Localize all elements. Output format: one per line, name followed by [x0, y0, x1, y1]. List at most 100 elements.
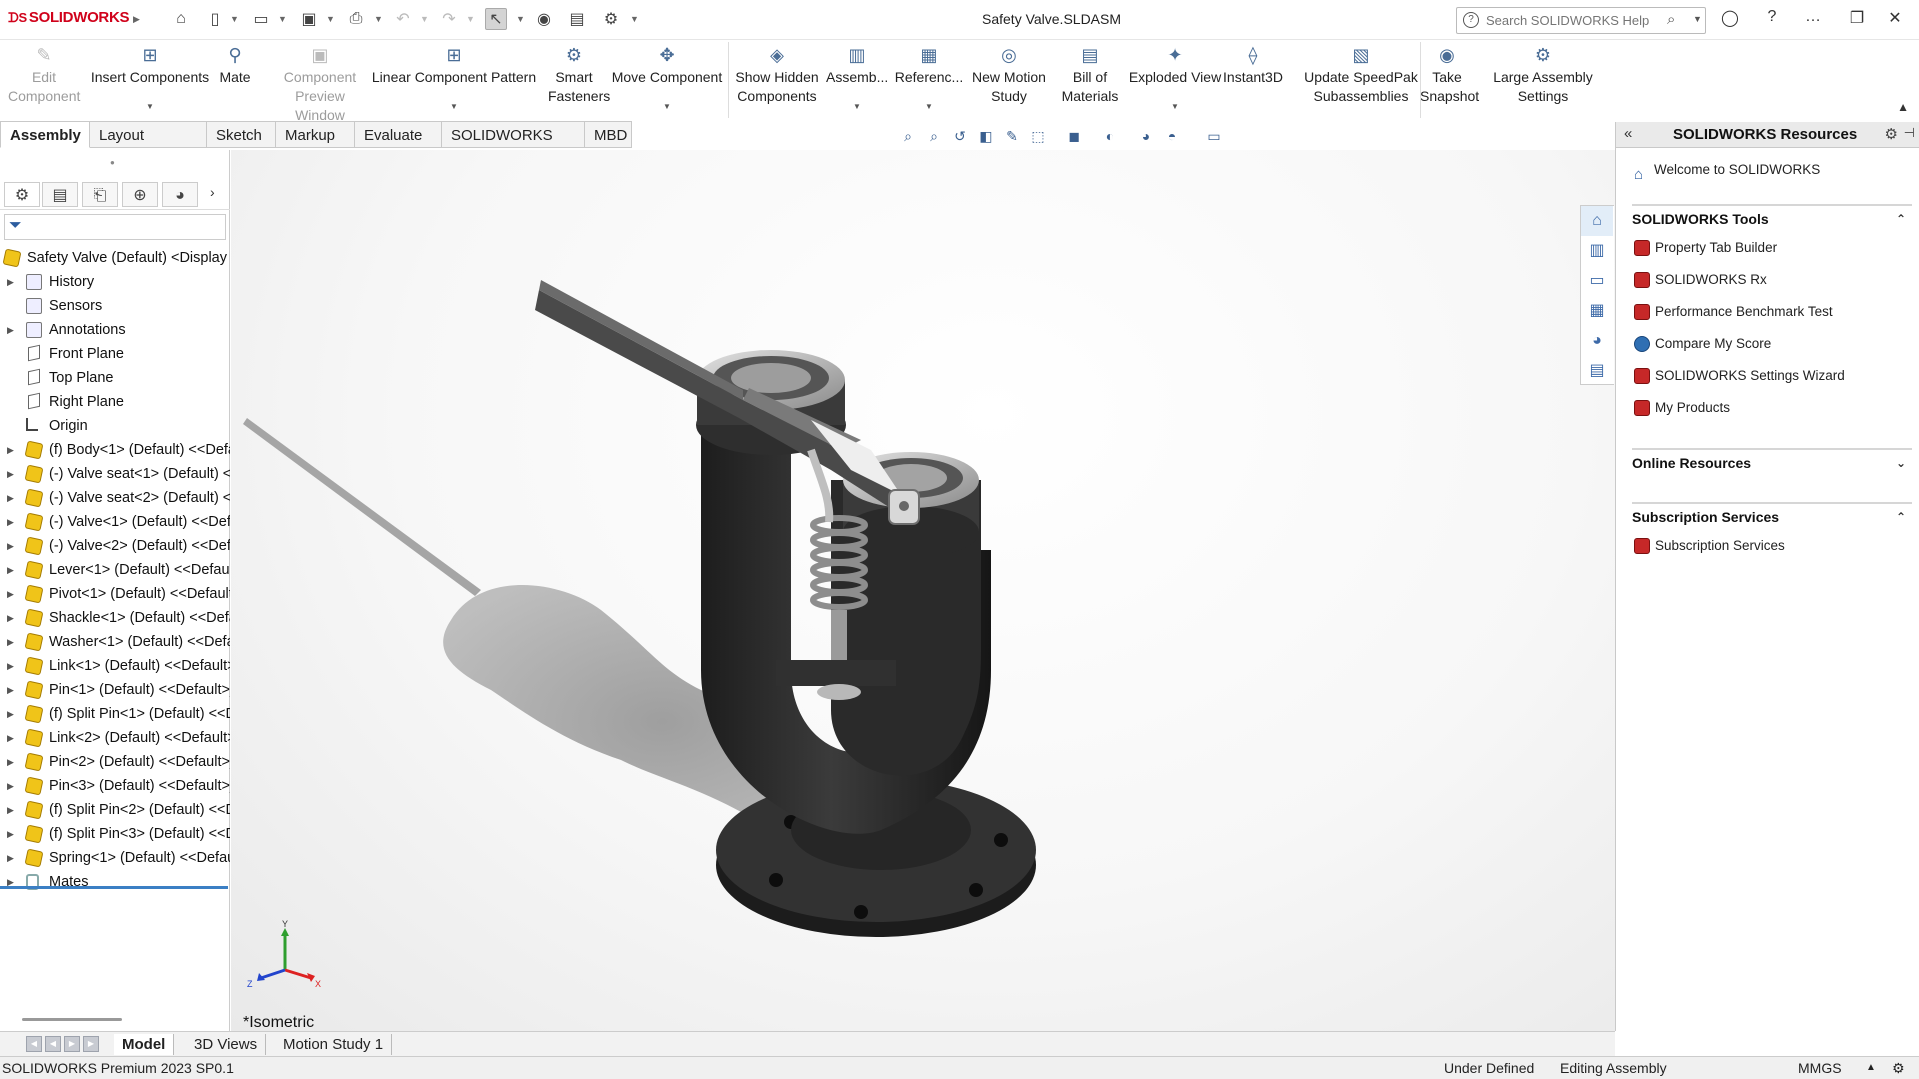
- expand-arrow-icon[interactable]: ▶: [7, 486, 14, 510]
- restore-window-icon[interactable]: ❐: [1845, 8, 1869, 28]
- help-search-box[interactable]: ? ⌕ ▼: [1456, 7, 1706, 34]
- section-header[interactable]: Online Resources ⌄: [1632, 450, 1912, 476]
- file-properties-icon[interactable]: ▤: [566, 8, 588, 30]
- bottom-tab-3d-views[interactable]: 3D Views: [186, 1034, 267, 1055]
- welcome-link[interactable]: ⌂ Welcome to SOLIDWORKS: [1632, 156, 1912, 184]
- tab-sketch[interactable]: Sketch: [207, 121, 276, 148]
- resource-link[interactable]: Subscription Services: [1632, 530, 1912, 562]
- help-search-input[interactable]: [1486, 11, 1656, 30]
- view-settings-icon[interactable]: ▭: [1204, 126, 1224, 146]
- tab-layout[interactable]: Layout: [90, 121, 207, 148]
- section-view-icon[interactable]: ◧: [976, 126, 996, 146]
- tree-node[interactable]: Sensors: [0, 294, 230, 318]
- tab-assembly[interactable]: Assembly: [0, 121, 90, 148]
- more-icon[interactable]: …: [1801, 8, 1825, 26]
- home-icon[interactable]: ⌂: [170, 8, 192, 30]
- tree-filter-box[interactable]: ⏷: [4, 214, 226, 240]
- smart-fasteners-button[interactable]: ⚙ Smart Fasteners: [548, 40, 610, 120]
- tree-node[interactable]: ▶ (f) Split Pin<1> (Default) <<Default>_D…: [0, 702, 230, 726]
- resource-link[interactable]: SOLIDWORKS Rx: [1632, 264, 1912, 296]
- expand-arrow-icon[interactable]: ▶: [7, 822, 14, 846]
- rollback-bar[interactable]: [0, 886, 228, 889]
- tree-node[interactable]: ▶ (-) Valve seat<2> (Default) <<Default>_…: [0, 486, 230, 510]
- next-tab-icon[interactable]: ▶: [64, 1036, 80, 1052]
- help-icon[interactable]: ?: [1760, 8, 1784, 26]
- tree-root-assembly[interactable]: Safety Valve (Default) <Display State-1>: [0, 246, 230, 270]
- linear-component-pattern-dropdown-icon[interactable]: ▼: [450, 97, 458, 116]
- solidworks-logo[interactable]: ᗪS SOLIDWORKS: [8, 9, 130, 26]
- display-manager-tab-icon[interactable]: ◕: [162, 182, 198, 207]
- last-tab-icon[interactable]: ▶: [83, 1036, 99, 1052]
- bottom-tab-model[interactable]: Model: [114, 1034, 175, 1055]
- update-speedpak-button[interactable]: ▧ Update SpeedPak Subassemblies: [1304, 40, 1418, 120]
- tree-node[interactable]: Front Plane: [0, 342, 230, 366]
- print-dropdown-icon[interactable]: ▼: [374, 14, 383, 24]
- expand-arrow-icon[interactable]: ▶: [7, 774, 14, 798]
- resources-home-icon[interactable]: ⌂: [1581, 206, 1613, 236]
- tree-node[interactable]: ▶ Washer<1> (Default) <<Default>_Display …: [0, 630, 230, 654]
- redo-icon[interactable]: ↷: [438, 8, 460, 30]
- expand-arrow-icon[interactable]: ▶: [7, 870, 14, 894]
- expand-arrow-icon[interactable]: ▶: [7, 318, 14, 342]
- custom-properties-icon[interactable]: ▤: [1581, 356, 1613, 386]
- exploded-view-dropdown-icon[interactable]: ▼: [1171, 97, 1179, 116]
- file-explorer-icon[interactable]: ▭: [1581, 266, 1613, 296]
- status-options-icon[interactable]: ⚙: [1892, 1060, 1905, 1077]
- move-component-button[interactable]: ✥ Move Component ▼: [608, 40, 726, 120]
- expand-arrow-icon[interactable]: ▶: [7, 702, 14, 726]
- select-dropdown-icon[interactable]: ▼: [516, 14, 525, 24]
- hide-show-items-icon[interactable]: ◐: [1100, 126, 1120, 146]
- show-hidden-components-button[interactable]: ◈ Show Hidden Components: [734, 40, 820, 120]
- pin-pane-icon[interactable]: ⊣: [1904, 125, 1915, 141]
- chevron-up-icon[interactable]: ⌃: [1896, 206, 1906, 232]
- tree-node[interactable]: ▶ Mates: [0, 870, 230, 894]
- expand-arrow-icon[interactable]: ▶: [7, 438, 14, 462]
- expand-arrow-icon[interactable]: ▶: [7, 534, 14, 558]
- configuration-manager-tab-icon[interactable]: ⎗: [82, 182, 118, 207]
- select-arrow-icon[interactable]: ↖: [485, 8, 507, 30]
- zoom-to-fit-icon[interactable]: ⌕: [898, 126, 918, 146]
- display-style-icon[interactable]: ◼: [1064, 126, 1084, 146]
- filter-funnel-icon[interactable]: ⏷: [9, 217, 22, 235]
- expand-arrow-icon[interactable]: ▶: [7, 606, 14, 630]
- tree-node[interactable]: ▶ Pin<1> (Default) <<Default>_Display Sta…: [0, 678, 230, 702]
- menu-expand-icon[interactable]: ▶: [133, 14, 140, 25]
- user-account-icon[interactable]: ◯: [1718, 8, 1742, 28]
- view-palette-icon[interactable]: ▦: [1581, 296, 1613, 326]
- resource-link[interactable]: Property Tab Builder: [1632, 232, 1912, 264]
- reference-dropdown-icon[interactable]: ▼: [925, 97, 933, 116]
- edit-component-button[interactable]: ✎ Edit Component: [8, 40, 80, 120]
- reference-button[interactable]: ▦ Referenc... ▼: [894, 40, 964, 120]
- tree-node[interactable]: Right Plane: [0, 390, 230, 414]
- tree-node[interactable]: ▶ (f) Split Pin<3> (Default) <<Default>_D…: [0, 822, 230, 846]
- graphics-area[interactable]: *Isometric Y X Z: [231, 150, 1615, 1031]
- tree-node[interactable]: ▶ (f) Body<1> (Default) <<Default>_Displa…: [0, 438, 230, 462]
- safety-valve-3d-model[interactable]: [231, 150, 1615, 1031]
- zoom-to-area-icon[interactable]: ⌕: [924, 126, 944, 146]
- section-header[interactable]: Subscription Services ⌃: [1632, 504, 1912, 530]
- expand-arrow-icon[interactable]: ▶: [7, 582, 14, 606]
- tree-node[interactable]: ▶ (-) Valve<2> (Default) <<Default>_Displ…: [0, 534, 230, 558]
- large-assembly-settings-button[interactable]: ⚙ Large Assembly Settings: [1488, 40, 1598, 120]
- appearances-icon[interactable]: ◕: [1581, 326, 1613, 356]
- tab-markup[interactable]: Markup: [276, 121, 355, 148]
- expand-arrow-icon[interactable]: ▶: [7, 726, 14, 750]
- property-manager-tab-icon[interactable]: ▤: [42, 182, 78, 207]
- resource-link[interactable]: Compare My Score: [1632, 328, 1912, 360]
- expand-arrow-icon[interactable]: ▶: [7, 630, 14, 654]
- expand-arrow-icon[interactable]: ▶: [7, 750, 14, 774]
- prev-tab-icon[interactable]: ◀: [45, 1036, 61, 1052]
- save-dropdown-icon[interactable]: ▼: [326, 14, 335, 24]
- edit-appearance-icon[interactable]: ◕: [1136, 126, 1156, 146]
- expand-arrow-icon[interactable]: ▶: [7, 558, 14, 582]
- redo-dropdown-icon[interactable]: ▼: [466, 14, 475, 24]
- new-document-icon[interactable]: ▯: [204, 8, 226, 30]
- tree-node[interactable]: ▶ (f) Split Pin<2> (Default) <<Default>_D…: [0, 798, 230, 822]
- close-window-icon[interactable]: ✕: [1883, 8, 1907, 28]
- insert-components-dropdown-icon[interactable]: ▼: [146, 97, 154, 116]
- tree-node[interactable]: ▶ History: [0, 270, 230, 294]
- linear-component-pattern-button[interactable]: ⊞ Linear Component Pattern ▼: [368, 40, 540, 120]
- resource-link[interactable]: SOLIDWORKS Settings Wizard: [1632, 360, 1912, 392]
- save-icon[interactable]: ▣: [298, 8, 320, 30]
- resource-link[interactable]: Performance Benchmark Test: [1632, 296, 1912, 328]
